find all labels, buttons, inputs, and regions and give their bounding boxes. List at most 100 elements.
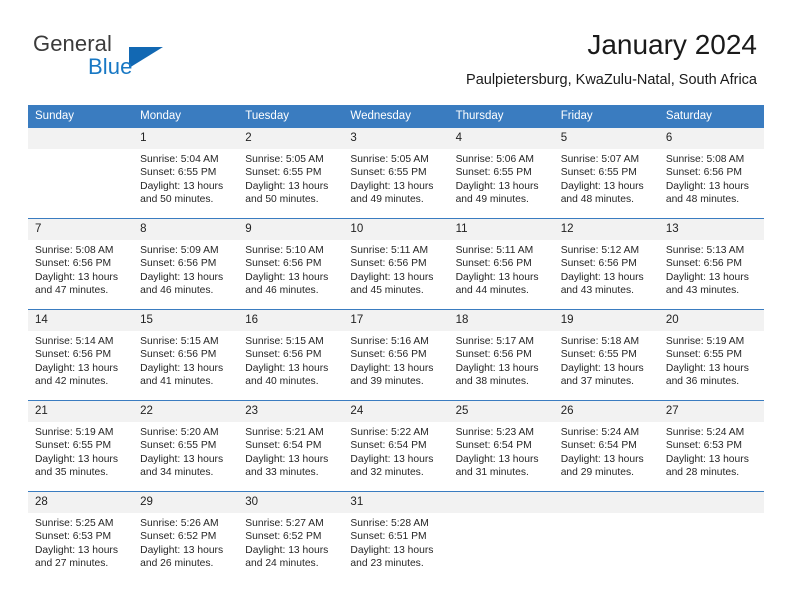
day-number: 10: [343, 219, 449, 240]
title-block: January 2024 Paulpietersburg, KwaZulu-Na…: [466, 28, 757, 89]
day-cell[interactable]: 4 Sunrise: 5:06 AM Sunset: 6:55 PM Dayli…: [448, 128, 554, 219]
day-cell[interactable]: 18 Sunrise: 5:17 AM Sunset: 6:56 PM Dayl…: [448, 309, 554, 401]
sunrise-text: Sunrise: 5:13 AM: [665, 245, 745, 256]
day-cell[interactable]: 15 Sunrise: 5:15 AM Sunset: 6:56 PM Dayl…: [133, 309, 239, 401]
daylight-text-line2: and 50 minutes.: [140, 193, 214, 205]
daylight-text-line1: Daylight: 13 hours: [350, 271, 434, 283]
day-details: Sunrise: 5:10 AM Sunset: 6:56 PM Dayligh…: [238, 240, 343, 297]
day-cell[interactable]: 19 Sunrise: 5:18 AM Sunset: 6:55 PM Dayl…: [553, 309, 659, 401]
day-cell: [658, 491, 764, 582]
day-cell: [553, 491, 659, 582]
daylight-text-line2: and 33 minutes.: [245, 466, 319, 478]
daylight-text-line2: and 42 minutes.: [35, 375, 109, 387]
sunset-text: Sunset: 6:53 PM: [665, 440, 742, 452]
day-details: Sunrise: 5:15 AM Sunset: 6:56 PM Dayligh…: [238, 331, 343, 388]
day-cell[interactable]: 3 Sunrise: 5:05 AM Sunset: 6:55 PM Dayli…: [343, 128, 449, 219]
sunset-text: Sunset: 6:54 PM: [455, 440, 532, 452]
day-cell[interactable]: 11 Sunrise: 5:11 AM Sunset: 6:56 PM Dayl…: [448, 218, 554, 310]
day-cell[interactable]: 10 Sunrise: 5:11 AM Sunset: 6:56 PM Dayl…: [343, 218, 449, 310]
daylight-text-line2: and 31 minutes.: [455, 466, 529, 478]
daylight-text-line2: and 28 minutes.: [665, 466, 740, 478]
sunset-text: Sunset: 6:56 PM: [455, 349, 532, 361]
day-cell[interactable]: 5 Sunrise: 5:07 AM Sunset: 6:55 PM Dayli…: [553, 128, 659, 219]
daylight-text-line2: and 39 minutes.: [350, 375, 424, 387]
day-cell[interactable]: 20 Sunrise: 5:19 AM Sunset: 6:55 PM Dayl…: [658, 309, 764, 401]
weekday-header-tuesday: Tuesday: [238, 105, 344, 128]
sunset-text: Sunset: 6:55 PM: [140, 440, 217, 452]
day-cell[interactable]: 1 Sunrise: 5:04 AM Sunset: 6:55 PM Dayli…: [133, 128, 239, 219]
daylight-text-line1: Daylight: 13 hours: [350, 453, 434, 465]
day-cell[interactable]: 25 Sunrise: 5:23 AM Sunset: 6:54 PM Dayl…: [448, 400, 554, 492]
daylight-text-line2: and 48 minutes.: [560, 193, 634, 205]
day-details: Sunrise: 5:17 AM Sunset: 6:56 PM Dayligh…: [449, 331, 554, 388]
daylight-text-line2: and 34 minutes.: [140, 466, 214, 478]
day-number: 16: [238, 310, 344, 331]
sunset-text: Sunset: 6:53 PM: [35, 531, 112, 543]
day-details: Sunrise: 5:26 AM Sunset: 6:52 PM Dayligh…: [133, 513, 238, 570]
day-cell[interactable]: 31 Sunrise: 5:28 AM Sunset: 6:51 PM Dayl…: [343, 491, 449, 582]
day-cell[interactable]: 8 Sunrise: 5:09 AM Sunset: 6:56 PM Dayli…: [133, 218, 239, 310]
daylight-text-line2: and 27 minutes.: [35, 557, 109, 569]
sunset-text: Sunset: 6:56 PM: [560, 258, 637, 270]
calendar-grid: Sunday Monday Tuesday Wednesday Thursday…: [28, 105, 764, 582]
day-cell[interactable]: 6 Sunrise: 5:08 AM Sunset: 6:56 PM Dayli…: [658, 128, 764, 219]
day-cell[interactable]: 28 Sunrise: 5:25 AM Sunset: 6:53 PM Dayl…: [28, 491, 134, 582]
day-number: 8: [133, 219, 239, 240]
day-cell[interactable]: 24 Sunrise: 5:22 AM Sunset: 6:54 PM Dayl…: [343, 400, 449, 492]
day-cell[interactable]: 13 Sunrise: 5:13 AM Sunset: 6:56 PM Dayl…: [658, 218, 764, 310]
day-cell[interactable]: 7 Sunrise: 5:08 AM Sunset: 6:56 PM Dayli…: [28, 218, 134, 310]
day-cell[interactable]: 21 Sunrise: 5:19 AM Sunset: 6:55 PM Dayl…: [28, 400, 134, 492]
day-cell[interactable]: 17 Sunrise: 5:16 AM Sunset: 6:56 PM Dayl…: [343, 309, 449, 401]
daylight-text-line1: Daylight: 13 hours: [35, 271, 118, 283]
day-cell[interactable]: 14 Sunrise: 5:14 AM Sunset: 6:56 PM Dayl…: [28, 309, 134, 401]
sunset-text: Sunset: 6:56 PM: [350, 349, 427, 361]
daylight-text-line2: and 35 minutes.: [35, 466, 109, 478]
sunset-text: Sunset: 6:51 PM: [350, 531, 427, 543]
day-details: Sunrise: 5:06 AM Sunset: 6:55 PM Dayligh…: [449, 149, 554, 206]
day-details: Sunrise: 5:07 AM Sunset: 6:55 PM Dayligh…: [554, 149, 659, 206]
sunset-text: Sunset: 6:54 PM: [245, 440, 322, 452]
day-cell[interactable]: 26 Sunrise: 5:24 AM Sunset: 6:54 PM Dayl…: [553, 400, 659, 492]
sunrise-text: Sunrise: 5:24 AM: [560, 427, 640, 438]
day-cell[interactable]: 22 Sunrise: 5:20 AM Sunset: 6:55 PM Dayl…: [133, 400, 239, 492]
day-number: 18: [448, 310, 554, 331]
daylight-text-line2: and 43 minutes.: [560, 284, 634, 296]
sunrise-text: Sunrise: 5:09 AM: [140, 245, 219, 256]
day-cell[interactable]: 2 Sunrise: 5:05 AM Sunset: 6:55 PM Dayli…: [238, 128, 344, 219]
daylight-text-line1: Daylight: 13 hours: [665, 271, 749, 283]
day-cell[interactable]: 29 Sunrise: 5:26 AM Sunset: 6:52 PM Dayl…: [133, 491, 239, 582]
daylight-text-line1: Daylight: 13 hours: [245, 453, 329, 465]
day-details: Sunrise: 5:14 AM Sunset: 6:56 PM Dayligh…: [28, 331, 133, 388]
sunset-text: Sunset: 6:56 PM: [665, 258, 742, 270]
daylight-text-line2: and 48 minutes.: [665, 193, 740, 205]
daylight-text-line1: Daylight: 13 hours: [245, 180, 329, 192]
day-cell[interactable]: 23 Sunrise: 5:21 AM Sunset: 6:54 PM Dayl…: [238, 400, 344, 492]
sunrise-text: Sunrise: 5:12 AM: [560, 245, 640, 256]
sunrise-text: Sunrise: 5:05 AM: [245, 154, 324, 165]
day-cell[interactable]: 12 Sunrise: 5:12 AM Sunset: 6:56 PM Dayl…: [553, 218, 659, 310]
sunset-text: Sunset: 6:52 PM: [140, 531, 217, 543]
daylight-text-line1: Daylight: 13 hours: [140, 544, 224, 556]
day-cell[interactable]: 30 Sunrise: 5:27 AM Sunset: 6:52 PM Dayl…: [238, 491, 344, 582]
calendar-table: Sunday Monday Tuesday Wednesday Thursday…: [28, 105, 764, 582]
sunset-text: Sunset: 6:56 PM: [455, 258, 532, 270]
day-number: 14: [28, 310, 134, 331]
daylight-text-line1: Daylight: 13 hours: [35, 544, 118, 556]
day-cell[interactable]: 9 Sunrise: 5:10 AM Sunset: 6:56 PM Dayli…: [238, 218, 344, 310]
sunrise-text: Sunrise: 5:06 AM: [455, 154, 534, 165]
sunrise-text: Sunrise: 5:28 AM: [350, 518, 429, 529]
page-title: January 2024: [587, 29, 757, 60]
daylight-text-line2: and 47 minutes.: [35, 284, 109, 296]
day-details: Sunrise: 5:22 AM Sunset: 6:54 PM Dayligh…: [343, 422, 448, 479]
sunset-text: Sunset: 6:52 PM: [245, 531, 322, 543]
day-cell[interactable]: 16 Sunrise: 5:15 AM Sunset: 6:56 PM Dayl…: [238, 309, 344, 401]
day-details: Sunrise: 5:09 AM Sunset: 6:56 PM Dayligh…: [133, 240, 238, 297]
day-number: 15: [133, 310, 239, 331]
day-number: 28: [28, 492, 134, 513]
sunset-text: Sunset: 6:55 PM: [35, 440, 112, 452]
daylight-text-line1: Daylight: 13 hours: [140, 362, 224, 374]
day-number: 29: [133, 492, 239, 513]
sunset-text: Sunset: 6:55 PM: [245, 167, 322, 179]
general-blue-logo[interactable]: General Blue: [33, 31, 203, 83]
day-cell[interactable]: 27 Sunrise: 5:24 AM Sunset: 6:53 PM Dayl…: [658, 400, 764, 492]
